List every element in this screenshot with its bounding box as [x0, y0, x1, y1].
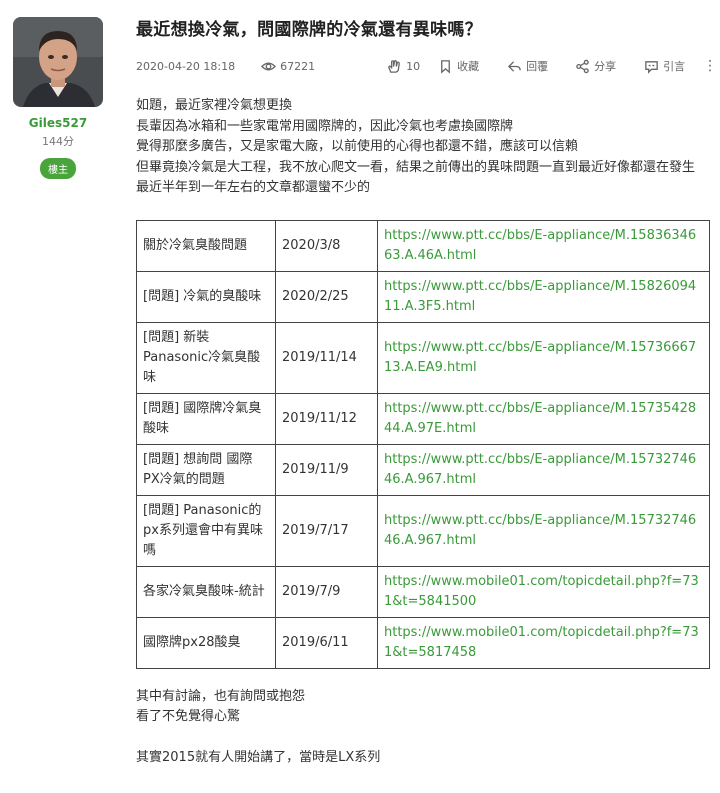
body-paragraph: 其實2015就有人開始講了，當時是LX系列 — [136, 749, 381, 765]
table-cell-url: https://www.ptt.cc/bbs/E-appliance/M.157… — [377, 392, 710, 445]
table-cell-date: 2019/6/11 — [275, 616, 378, 669]
table-row: [問題] 想詢問 國際PX冷氣的問題 2019/11/9 https://www… — [136, 443, 710, 496]
post-title: 最近想換冷氣，問國際牌的冷氣還有異味嗎？ — [136, 20, 482, 40]
body-paragraph: 長輩因為冰箱和一些家電常用國際牌的，因此冷氣也考慮換國際牌 — [136, 118, 514, 134]
body-paragraph: 看了不免覺得心驚 — [136, 709, 241, 724]
body-paragraph: 其中有討論，也有詢問或抱怨 — [136, 688, 306, 704]
table-row: [問題] 國際牌冷氣臭酸味 2019/11/12 https://www.ptt… — [136, 392, 710, 445]
bookmark-icon — [441, 59, 451, 74]
avatar[interactable] — [13, 17, 103, 107]
table-cell-date: 2019/7/17 — [275, 494, 378, 567]
table-cell-date: 2019/11/14 — [275, 321, 378, 394]
table-cell-topic: [問題] 想詢問 國際PX冷氣的問題 — [136, 443, 276, 496]
body-paragraph: 但畢竟換冷氣是大工程，我不放心爬文一看，結果之前傳出的異味問題一直到最近好像都還… — [136, 159, 696, 175]
reference-link[interactable]: https://www.mobile01.com/topicdetail.php… — [384, 574, 699, 609]
table-cell-date: 2019/11/9 — [275, 443, 378, 496]
table-row: 關於冷氣臭酸問題 2020/3/8 https://www.ptt.cc/bbs… — [136, 219, 710, 272]
reference-link[interactable]: https://www.ptt.cc/bbs/E-appliance/M.158… — [384, 279, 696, 314]
quote-icon — [645, 60, 658, 74]
post-body-continued: 其中有討論，也有詢問或抱怨 看了不免覺得心驚 其實2015就有人開始講了，當時是… — [136, 687, 710, 769]
reference-link[interactable]: https://www.mobile01.com/topicdetail.php… — [384, 625, 699, 660]
table-cell-url: https://www.ptt.cc/bbs/E-appliance/M.158… — [377, 219, 710, 272]
table-cell-topic: 各家冷氣臭酸味-統計 — [136, 565, 276, 618]
quote-label: 引言 — [663, 60, 686, 73]
post-meta-bar: 2020-04-20 18:18 67221 10 收藏 回覆 分享 引言 ⋮ — [136, 56, 717, 76]
clap-icon — [388, 59, 400, 73]
share-icon — [576, 59, 589, 73]
reference-link[interactable]: https://www.ptt.cc/bbs/E-appliance/M.157… — [384, 340, 696, 375]
table-cell-topic: [問題] 新裝Panasonic冷氣臭酸味 — [136, 321, 276, 394]
table-cell-topic: 關於冷氣臭酸問題 — [136, 219, 276, 272]
table-cell-topic: 國際牌px28酸臭 — [136, 616, 276, 669]
author-panel: Giles527 144分 樓主 — [12, 17, 104, 179]
table-row: [問題] 新裝Panasonic冷氣臭酸味 2019/11/14 https:/… — [136, 321, 710, 394]
quote-button[interactable]: 引言 — [644, 58, 685, 74]
view-count-value: 67221 — [280, 59, 316, 73]
like-count: 10 — [406, 59, 421, 73]
table-cell-url: https://www.mobile01.com/topicdetail.php… — [377, 565, 710, 618]
table-cell-topic: [問題] Panasonic的px系列還會中有異味嗎 — [136, 494, 276, 567]
reply-label: 回覆 — [526, 60, 549, 73]
collect-label: 收藏 — [457, 60, 480, 73]
table-cell-date: 2020/2/25 — [275, 270, 378, 323]
table-cell-date: 2020/3/8 — [275, 219, 378, 272]
table-cell-url: https://www.ptt.cc/bbs/E-appliance/M.157… — [377, 443, 710, 496]
post-main: 最近想換冷氣，問國際牌的冷氣還有異味嗎？ 2020-04-20 18:18 67… — [136, 18, 717, 769]
reference-link[interactable]: https://www.ptt.cc/bbs/E-appliance/M.157… — [384, 452, 696, 487]
body-paragraph: 最近半年到一年左右的文章都還蠻不少的 — [136, 180, 371, 195]
body-paragraph: 如題，最近家裡冷氣想更換 — [136, 98, 293, 113]
collect-button[interactable]: 收藏 — [438, 58, 479, 74]
body-paragraph: 覺得那麼多廣告，又是家電大廠，以前使用的心得也都還不錯，應該可以信賴 — [136, 139, 579, 154]
op-badge: 樓主 — [40, 158, 76, 179]
reference-link[interactable]: https://www.ptt.cc/bbs/E-appliance/M.157… — [384, 401, 696, 436]
table-row: 國際牌px28酸臭 2019/6/11 https://www.mobile01… — [136, 616, 710, 669]
reply-icon — [508, 60, 521, 72]
post-body: 如題，最近家裡冷氣想更換 長輩因為冰箱和一些家電常用國際牌的，因此冷氣也考慮換國… — [136, 96, 710, 199]
table-cell-url: https://www.ptt.cc/bbs/E-appliance/M.158… — [377, 270, 710, 323]
table-cell-url: https://www.ptt.cc/bbs/E-appliance/M.157… — [377, 321, 710, 394]
eye-icon — [261, 62, 277, 70]
reference-link[interactable]: https://www.ptt.cc/bbs/E-appliance/M.157… — [384, 513, 696, 548]
table-row: 各家冷氣臭酸味-統計 2019/7/9 https://www.mobile01… — [136, 565, 710, 618]
author-username[interactable]: Giles527 — [12, 116, 104, 130]
reply-button[interactable]: 回覆 — [507, 58, 548, 74]
table-cell-date: 2019/7/9 — [275, 565, 378, 618]
share-label: 分享 — [594, 60, 617, 73]
table-row: [問題] 冷氣的臭酸味 2020/2/25 https://www.ptt.cc… — [136, 270, 710, 323]
table-cell-url: https://www.ptt.cc/bbs/E-appliance/M.157… — [377, 494, 710, 567]
view-count: 67221 — [261, 59, 315, 74]
reference-link[interactable]: https://www.ptt.cc/bbs/E-appliance/M.158… — [384, 228, 696, 263]
table-cell-topic: [問題] 國際牌冷氣臭酸味 — [136, 392, 276, 445]
like-button[interactable]: 10 — [387, 59, 420, 74]
more-options-icon[interactable]: ⋮ — [703, 58, 717, 74]
table-row: [問題] Panasonic的px系列還會中有異味嗎 2019/7/17 htt… — [136, 494, 710, 567]
reference-table: 關於冷氣臭酸問題 2020/3/8 https://www.ptt.cc/bbs… — [136, 219, 710, 669]
share-button[interactable]: 分享 — [575, 58, 616, 74]
table-cell-topic: [問題] 冷氣的臭酸味 — [136, 270, 276, 323]
table-cell-url: https://www.mobile01.com/topicdetail.php… — [377, 616, 710, 669]
table-cell-date: 2019/11/12 — [275, 392, 378, 445]
author-points: 144分 — [42, 135, 74, 148]
post-date: 2020-04-20 18:18 — [136, 59, 236, 73]
